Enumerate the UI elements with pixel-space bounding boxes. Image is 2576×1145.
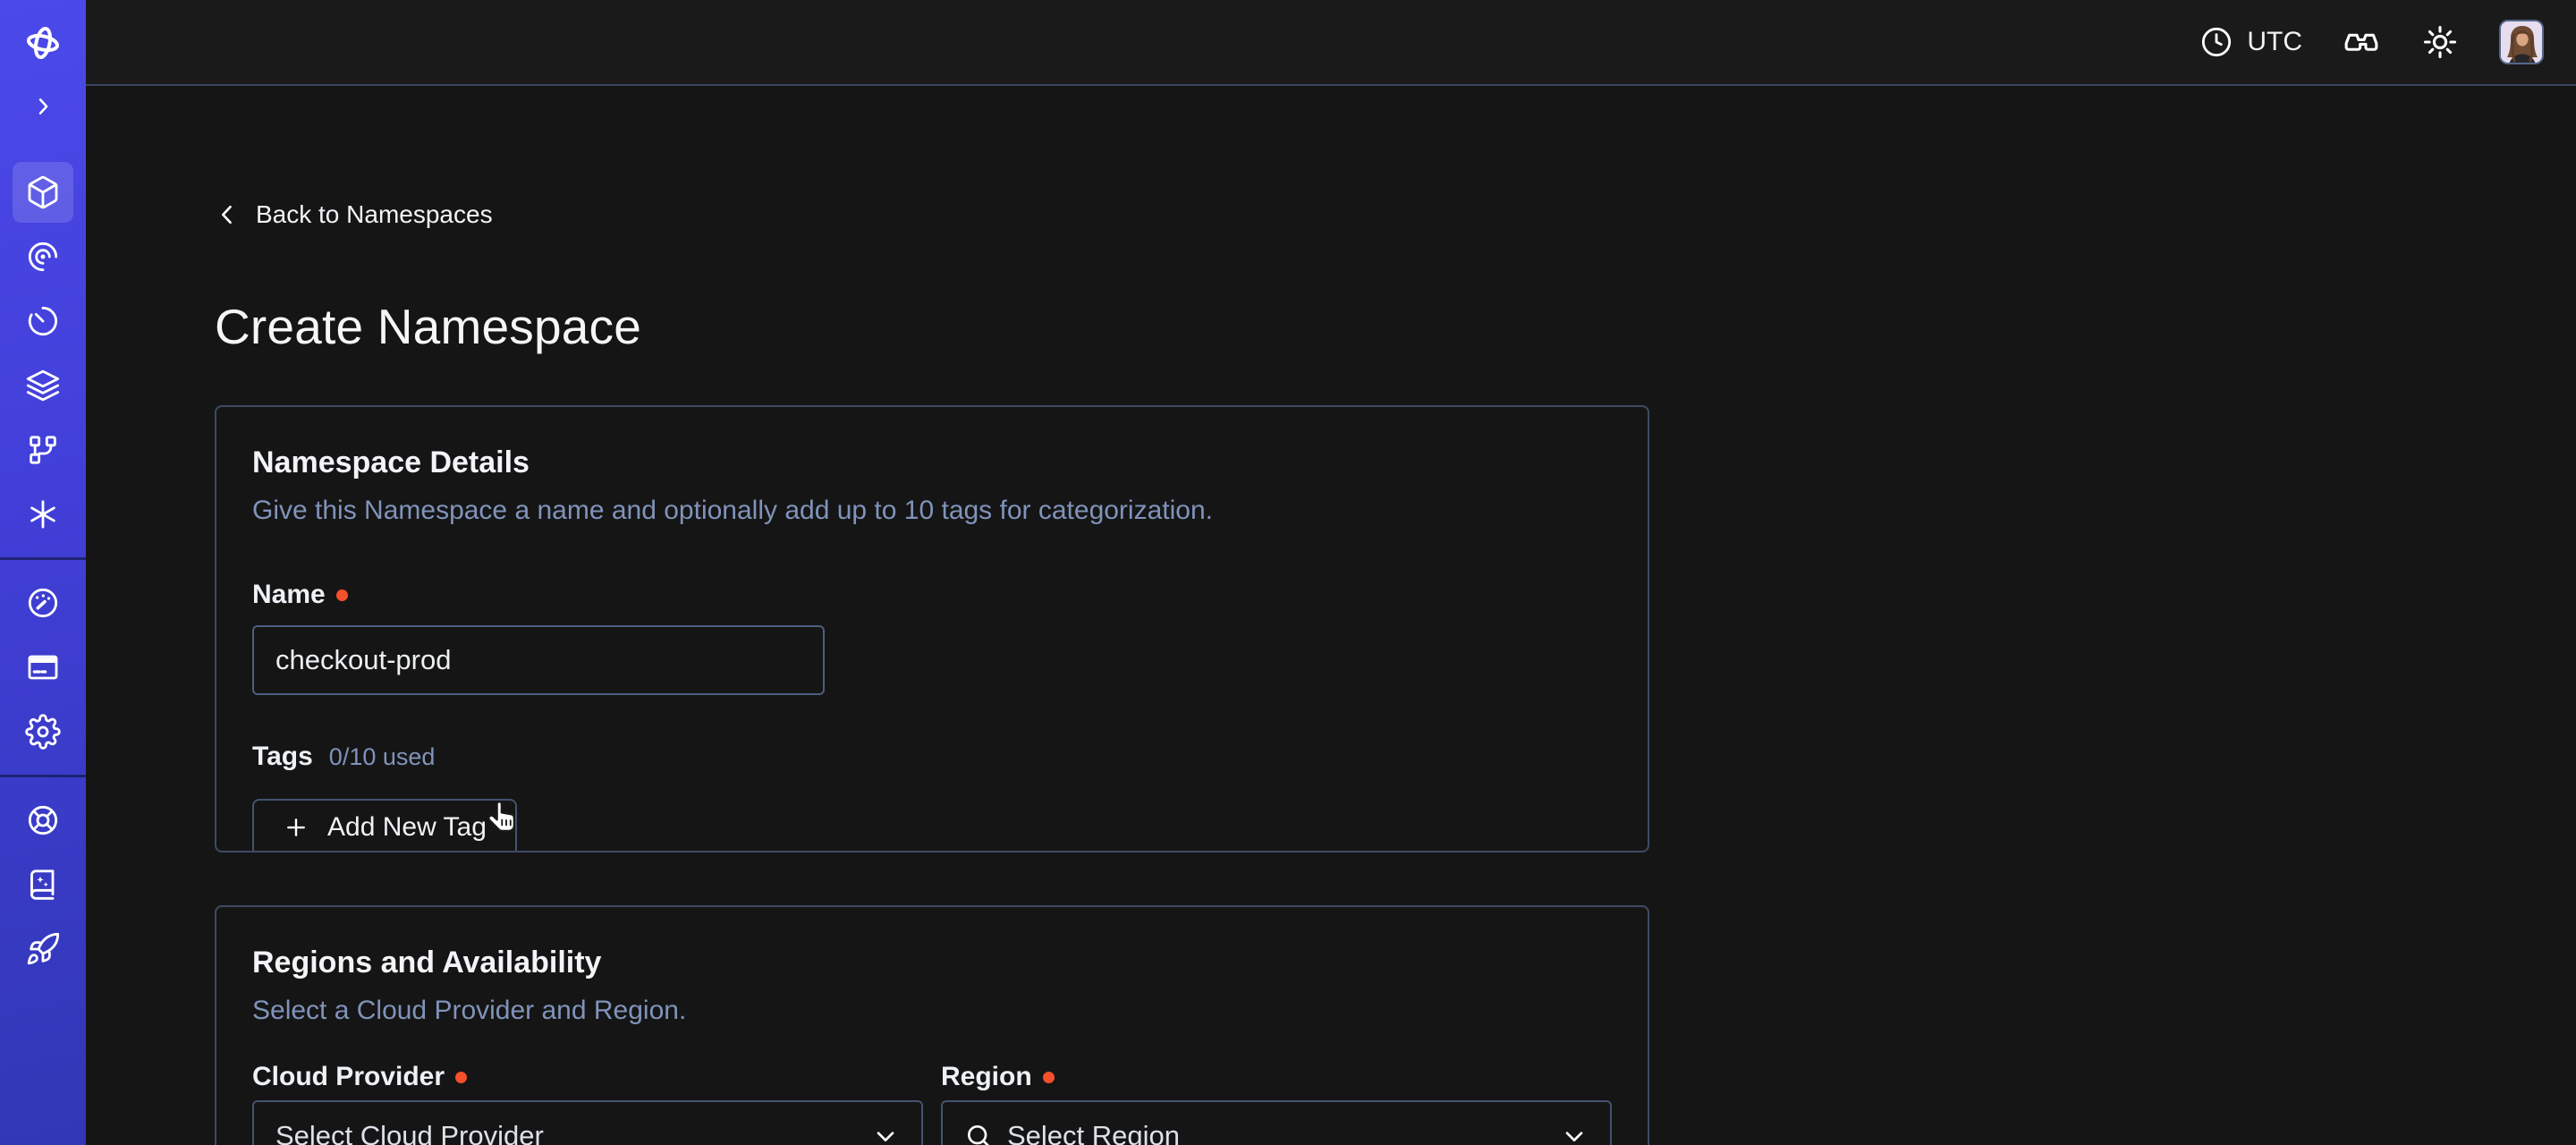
namespace-details-title: Namespace Details (252, 443, 1612, 482)
clock-icon (2199, 24, 2234, 60)
required-marker (336, 589, 348, 601)
labs-toggle-button[interactable] (2342, 22, 2381, 62)
sidebar-item-workflows[interactable] (13, 226, 73, 287)
back-link-label: Back to Namespaces (256, 200, 493, 229)
topbar: UTC (86, 0, 2576, 86)
sidebar-item-nexus[interactable] (13, 420, 73, 480)
namespace-name-input[interactable] (252, 625, 825, 695)
cloud-provider-select[interactable]: Select Cloud Provider (252, 1100, 923, 1145)
rocket-icon (25, 931, 61, 967)
sidebar-item-namespaces[interactable] (13, 162, 73, 223)
lifebuoy-icon (25, 802, 61, 838)
tags-used-counter: 0/10 used (329, 743, 436, 771)
glasses-icon (2342, 22, 2381, 62)
chevron-down-icon (871, 1122, 900, 1145)
sidebar-nav-account (13, 572, 73, 762)
plus-icon (283, 814, 309, 841)
cloud-provider-label: Cloud Provider (252, 1061, 923, 1093)
book-sparkle-icon (25, 867, 61, 903)
sidebar-item-getting-started[interactable] (13, 919, 73, 980)
asterisk-icon (25, 496, 61, 532)
required-marker (455, 1072, 467, 1083)
tags-header: Tags 0/10 used (252, 742, 1612, 772)
sidebar (0, 0, 86, 1145)
sidebar-item-schedules[interactable] (13, 291, 73, 352)
sun-icon (2420, 22, 2460, 62)
chevron-down-icon (1560, 1122, 1589, 1145)
sidebar-divider (0, 775, 86, 777)
user-avatar[interactable] (2499, 20, 2544, 64)
regions-card: Regions and Availability Select a Cloud … (215, 905, 1649, 1145)
sidebar-item-deployments[interactable] (13, 355, 73, 416)
add-new-tag-label: Add New Tag (327, 812, 487, 843)
region-field: Region Select Region (941, 1061, 1612, 1145)
sidebar-expand-button[interactable] (25, 94, 61, 119)
gear-icon (25, 714, 61, 750)
regions-title: Regions and Availability (252, 943, 1612, 982)
region-label: Region (941, 1061, 1612, 1093)
tags-label: Tags (252, 742, 313, 772)
sidebar-item-support[interactable] (13, 790, 73, 851)
timer-clock-icon (25, 303, 61, 339)
spiral-icon (25, 239, 61, 275)
namespace-details-subtitle: Give this Namespace a name and optionall… (252, 493, 1612, 529)
billing-card-icon (25, 649, 61, 685)
namespace-details-card: Namespace Details Give this Namespace a … (215, 405, 1649, 852)
timezone-label: UTC (2247, 27, 2302, 57)
theme-toggle-button[interactable] (2420, 22, 2460, 62)
timezone-selector[interactable]: UTC (2199, 24, 2302, 60)
sidebar-item-billing[interactable] (13, 637, 73, 698)
gauge-icon (25, 585, 61, 621)
cloud-provider-field: Cloud Provider Select Cloud Provider (252, 1061, 923, 1145)
sidebar-item-settings[interactable] (13, 701, 73, 762)
sidebar-item-usage[interactable] (13, 572, 73, 633)
chevron-left-icon (215, 202, 240, 227)
chevron-right-icon (30, 94, 55, 119)
main-content: Back to Namespaces Create Namespace Name… (86, 88, 2576, 1145)
add-new-tag-button[interactable]: Add New Tag (252, 799, 517, 852)
back-to-namespaces-link[interactable]: Back to Namespaces (215, 200, 493, 229)
sidebar-nav-primary (13, 162, 73, 545)
required-marker (1043, 1072, 1055, 1083)
temporal-logo-icon (22, 22, 64, 64)
sidebar-item-docs[interactable] (13, 854, 73, 915)
regions-subtitle: Select a Cloud Provider and Region. (252, 993, 1612, 1029)
region-select[interactable]: Select Region (941, 1100, 1612, 1145)
sidebar-divider (0, 557, 86, 560)
region-placeholder: Select Region (1007, 1120, 1180, 1145)
cloud-provider-placeholder: Select Cloud Provider (275, 1120, 544, 1145)
sidebar-item-batch-operations[interactable] (13, 484, 73, 545)
branch-nodes-icon (25, 432, 61, 468)
avatar-portrait (2501, 21, 2544, 64)
page-title: Create Namespace (215, 298, 2576, 355)
layers-icon (25, 368, 61, 403)
sidebar-nav-help (13, 790, 73, 980)
cube-icon (25, 174, 61, 210)
name-field-label: Name (252, 579, 1612, 611)
search-icon (964, 1122, 993, 1145)
